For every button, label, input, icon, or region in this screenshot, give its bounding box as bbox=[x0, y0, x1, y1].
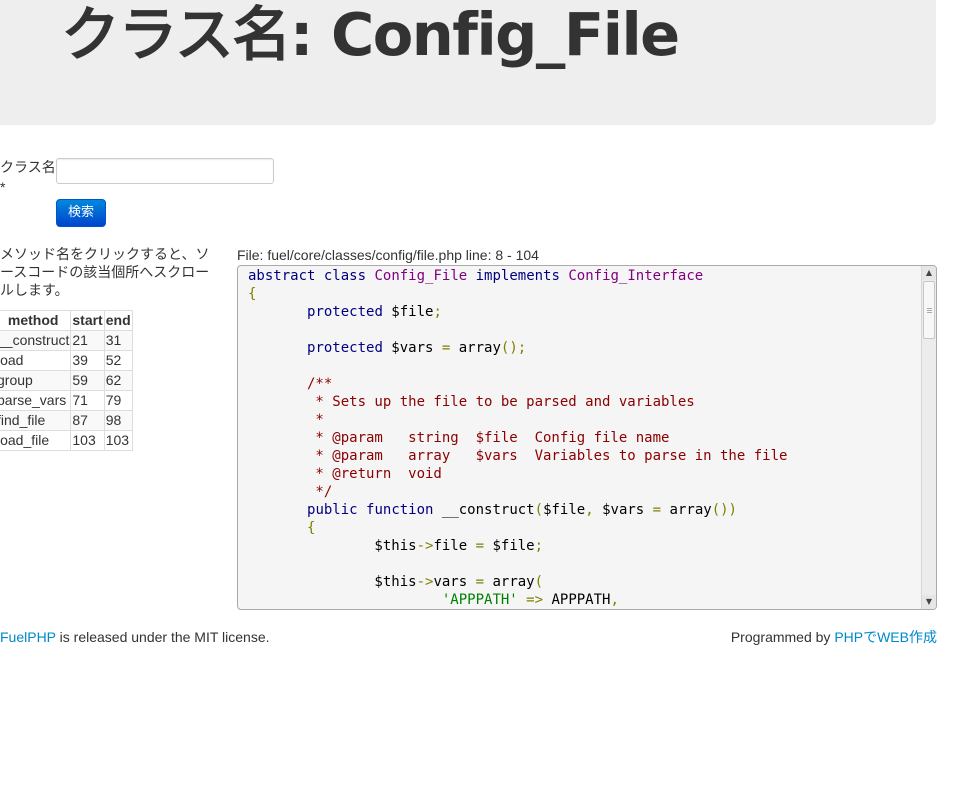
code-line: protected $file; bbox=[307, 304, 442, 320]
method-end: 79 bbox=[103, 390, 133, 411]
source-code: abstract class Config_File implements Co… bbox=[248, 267, 787, 609]
method-start: 39 bbox=[70, 350, 105, 371]
author-link[interactable]: PHPでWEB作成 bbox=[834, 629, 937, 645]
code-line: * bbox=[248, 412, 324, 428]
header-start: start bbox=[70, 310, 105, 331]
scrollbar-thumb[interactable] bbox=[923, 281, 935, 339]
code-line: protected $vars = array(); bbox=[307, 340, 527, 356]
scroll-down-icon[interactable]: ▼ bbox=[922, 595, 936, 609]
scroll-up-icon[interactable]: ▲ bbox=[922, 266, 936, 280]
class-name-input[interactable] bbox=[56, 158, 274, 184]
footer-license: FuelPHP is released under the MIT licens… bbox=[0, 628, 270, 646]
code-line: * Sets up the file to be parsed and vari… bbox=[248, 394, 695, 410]
page-header: クラス名: Config_File bbox=[0, 0, 936, 125]
search-button[interactable]: 検索 bbox=[56, 199, 106, 227]
method-end: 52 bbox=[103, 350, 133, 371]
method-table: method start end __construct 21 31 load … bbox=[0, 310, 133, 451]
method-start: 87 bbox=[70, 410, 105, 431]
search-label: クラス名 * bbox=[0, 157, 56, 197]
method-start: 59 bbox=[70, 370, 105, 391]
method-end: 98 bbox=[103, 410, 133, 431]
method-help-text: メソッド名をクリックすると、ソースコードの該当個所へスクロールします。 bbox=[0, 246, 210, 298]
method-link[interactable]: parse_vars bbox=[0, 390, 72, 411]
page-title: クラス名: Config_File bbox=[61, 0, 680, 69]
code-line: * @return void bbox=[248, 466, 442, 482]
method-end: 31 bbox=[103, 330, 133, 351]
method-start: 21 bbox=[70, 330, 105, 351]
code-line: */ bbox=[248, 484, 333, 500]
method-link[interactable]: load_file bbox=[0, 430, 72, 451]
license-text: is released under the MIT license. bbox=[55, 629, 270, 645]
method-table-header: method start end bbox=[0, 310, 133, 331]
table-row: parse_vars 71 79 bbox=[0, 390, 133, 411]
table-row: load 39 52 bbox=[0, 350, 133, 371]
code-line: * @param array $vars Variables to parse … bbox=[248, 448, 788, 464]
code-line: $this->vars = array( bbox=[248, 574, 544, 590]
code-line: $this->file = $file; bbox=[248, 538, 544, 554]
search-label-text: クラス名 bbox=[0, 159, 56, 175]
code-line: abstract class Config_File implements Co… bbox=[248, 268, 704, 284]
table-row: __construct 21 31 bbox=[0, 330, 133, 351]
code-line: * @param string $file Config file name bbox=[248, 430, 670, 446]
fuelphp-link[interactable]: FuelPHP bbox=[0, 629, 56, 645]
header-end: end bbox=[103, 310, 133, 331]
method-start: 71 bbox=[70, 390, 105, 411]
method-end: 62 bbox=[103, 370, 133, 391]
method-end: 103 bbox=[103, 430, 133, 451]
vertical-scrollbar[interactable]: ▲ ▼ bbox=[921, 266, 936, 609]
table-row: find_file 87 98 bbox=[0, 410, 133, 431]
table-row: group 59 62 bbox=[0, 370, 133, 391]
method-link[interactable]: load bbox=[0, 350, 72, 371]
grip-icon bbox=[927, 308, 932, 309]
file-info: File: fuel/core/classes/config/file.php … bbox=[237, 247, 539, 263]
method-link[interactable]: group bbox=[0, 370, 72, 391]
footer-credit: Programmed by PHPでWEB作成 bbox=[731, 628, 937, 646]
method-link[interactable]: __construct bbox=[0, 330, 72, 351]
code-line: 'APPPATH' => APPPATH, bbox=[441, 592, 619, 608]
code-line: { bbox=[248, 286, 257, 302]
method-start: 103 bbox=[70, 430, 105, 451]
header-method: method bbox=[0, 310, 72, 331]
method-link[interactable]: find_file bbox=[0, 410, 72, 431]
required-mark: * bbox=[0, 179, 6, 195]
credit-text: Programmed by bbox=[730, 629, 835, 645]
code-line: /** bbox=[248, 376, 333, 392]
source-code-viewer[interactable]: abstract class Config_File implements Co… bbox=[237, 265, 937, 610]
code-line: { bbox=[307, 520, 316, 536]
table-row: load_file 103 103 bbox=[0, 430, 133, 451]
code-line: public function __construct($file, $vars… bbox=[307, 502, 737, 518]
